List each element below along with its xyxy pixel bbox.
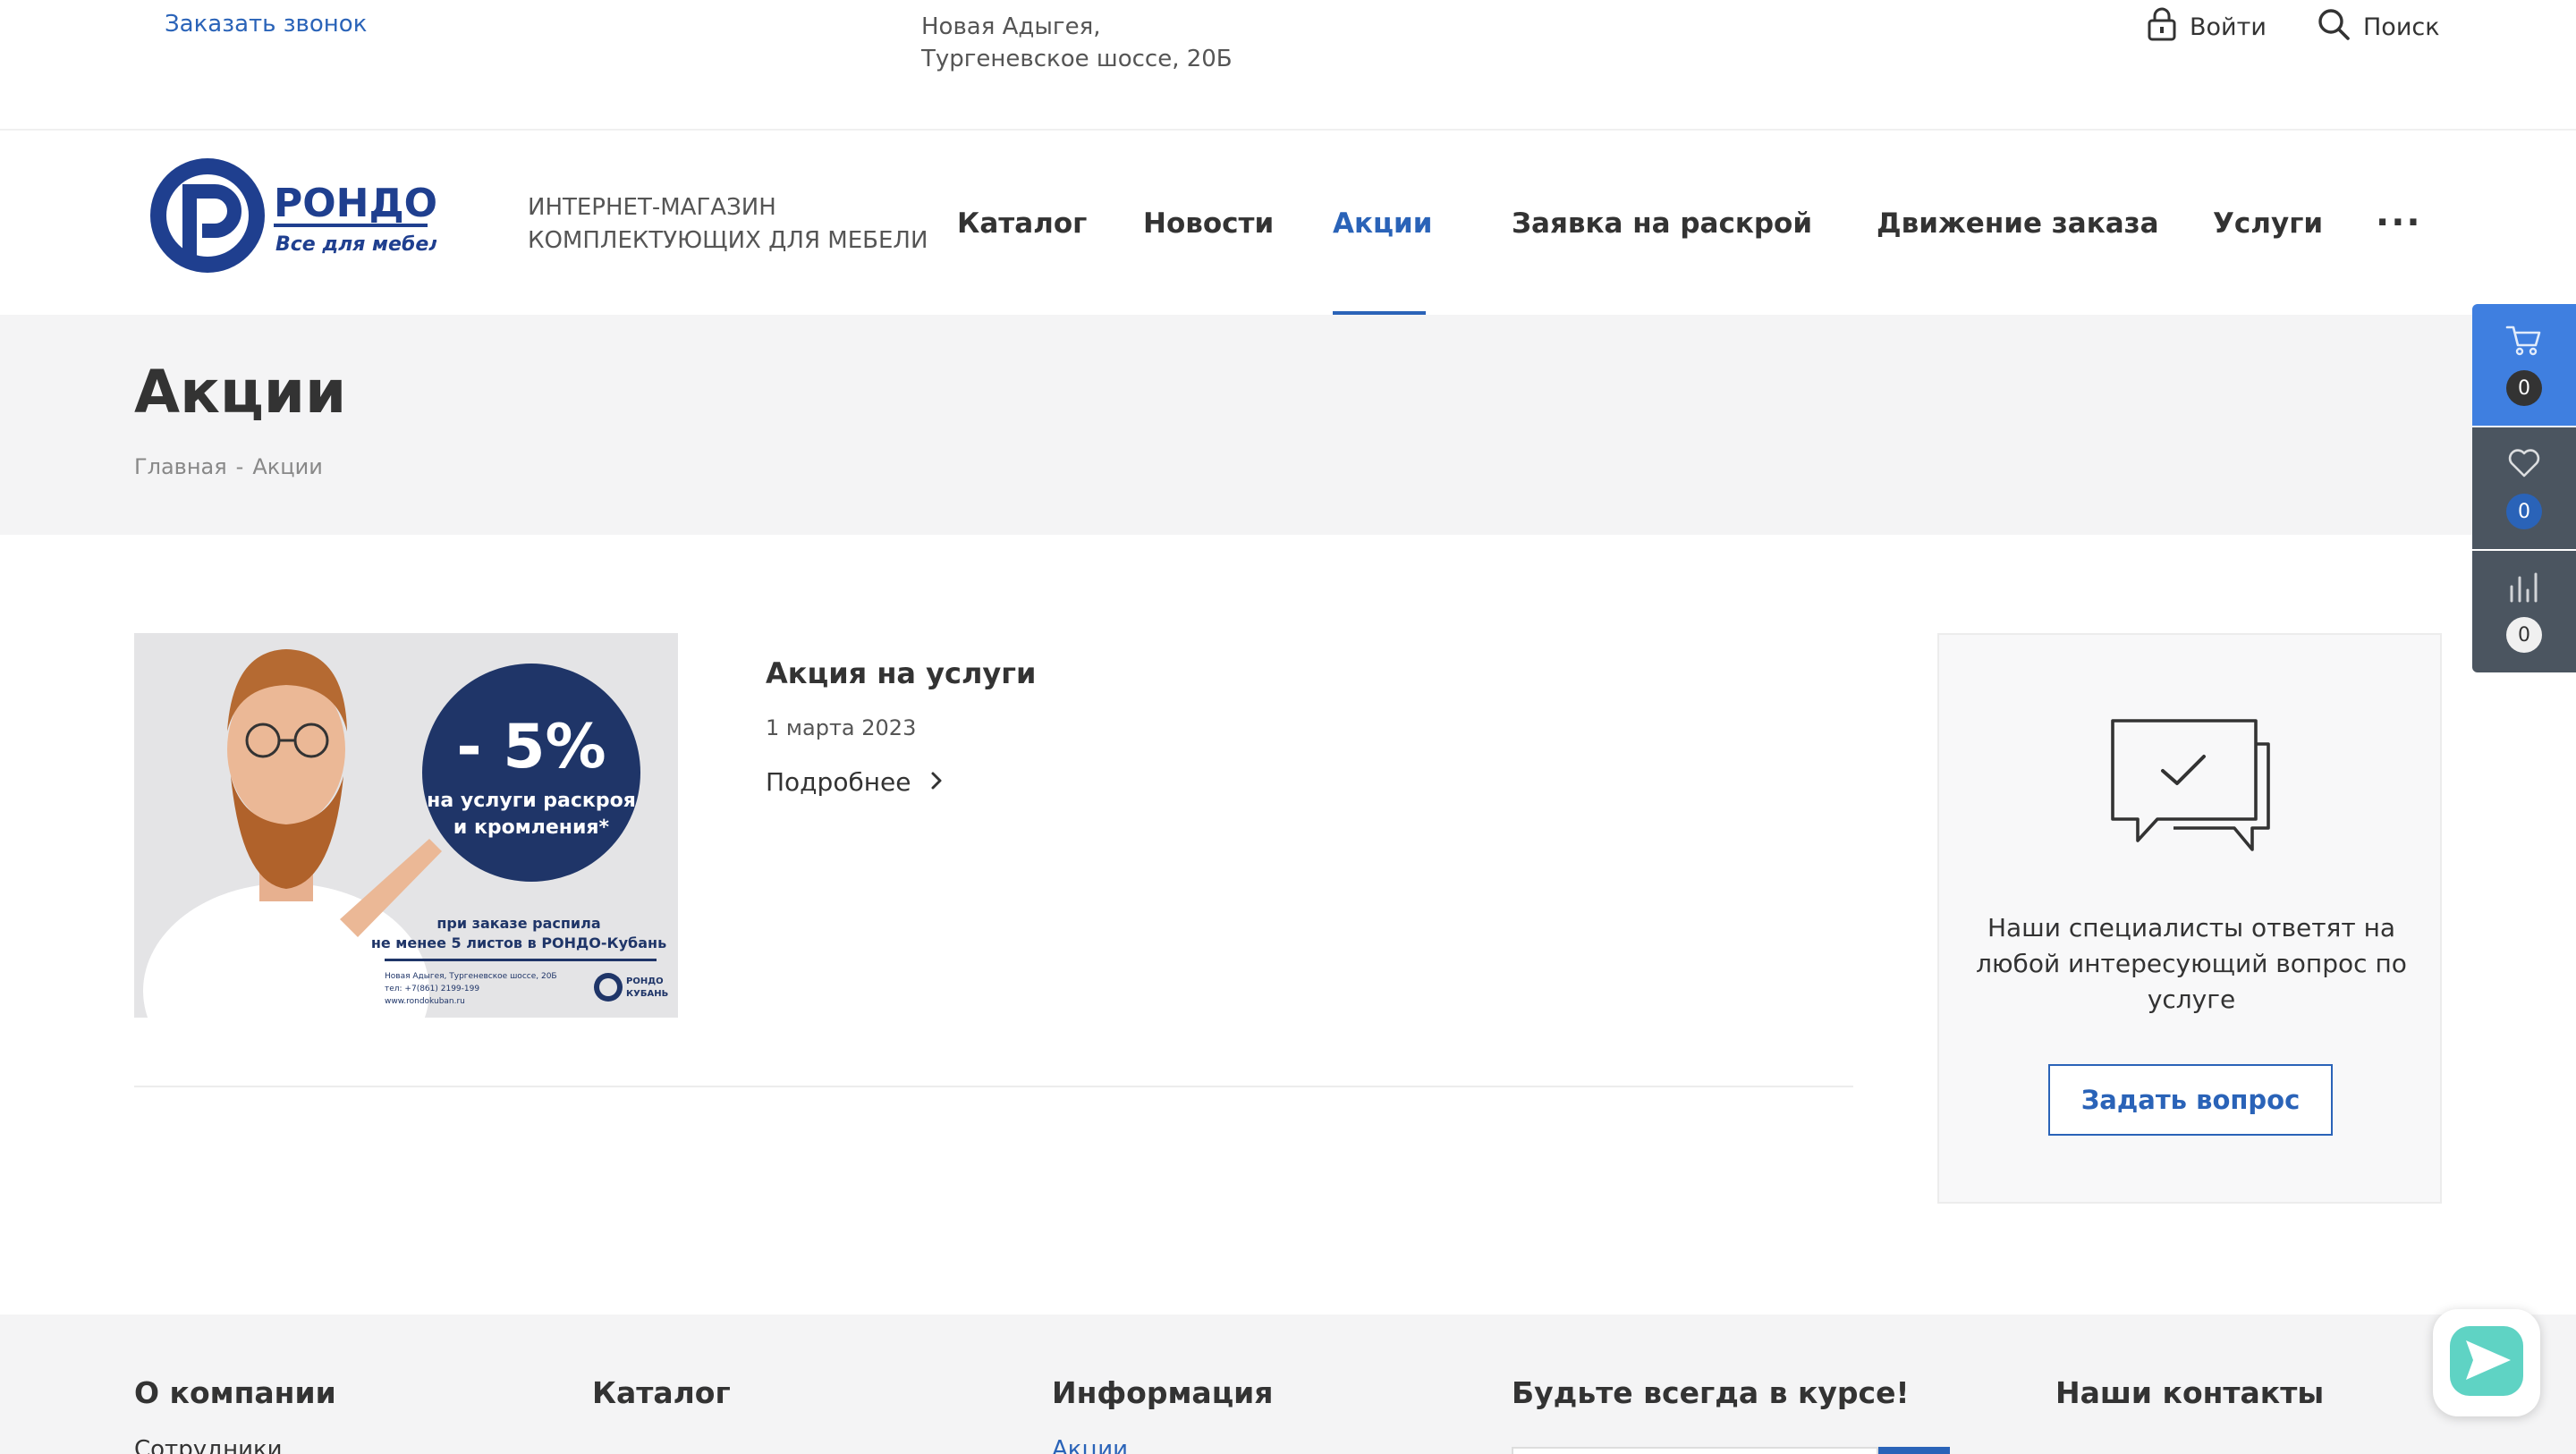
login-label: Войти (2190, 13, 2267, 41)
promo-image-brand-1: РОНДО (626, 976, 664, 986)
promo-image-contact-2: тел: +7(861) 2199-199 (385, 985, 479, 993)
breadcrumb: Главная - Акции (134, 454, 323, 479)
footer-heading-company: О компании (134, 1375, 336, 1410)
footer-heading-subscribe: Будьте всегда в курсе! (1512, 1375, 1910, 1410)
nav-more-button[interactable]: ··· (2376, 202, 2422, 243)
tagline-line-1: ИНТЕРНЕТ-МАГАЗИН (528, 194, 776, 221)
logo-slogan: Все для мебели (275, 233, 436, 256)
nav-item-catalog[interactable]: Каталог (957, 207, 1087, 240)
page-title-band: Акции Главная - Акции (0, 315, 2576, 535)
promo-more-link[interactable]: Подробнее (766, 767, 943, 797)
promo-image-brand-2: КУБАНЬ (626, 989, 668, 999)
cart-icon (2505, 324, 2543, 359)
promo-image[interactable]: - 5% на услуги раскроя и кромления* при … (134, 633, 678, 1018)
favorites-count: 0 (2506, 494, 2542, 529)
chat-widget-button[interactable] (2433, 1309, 2540, 1416)
address-line-1: Новая Адыгея, (921, 13, 1101, 40)
breadcrumb-current: Акции (252, 454, 323, 479)
compare-chart-icon (2507, 571, 2541, 606)
lock-icon (2147, 7, 2177, 47)
promo-image-line-1: на услуги раскроя (427, 790, 636, 812)
promo-date: 1 марта 2023 (766, 715, 917, 740)
page-title: Акции (134, 358, 347, 427)
compare-count: 0 (2506, 617, 2542, 653)
heart-icon (2506, 447, 2542, 483)
promo-image-contact-1: Новая Адыгея, Тургеневское шоссе, 20Б (385, 972, 557, 981)
nav-item-news[interactable]: Новости (1143, 207, 1274, 240)
ask-question-text: Наши специалисты ответят на любой интере… (1976, 913, 2407, 1014)
footer: О компании Каталог Информация Будьте все… (0, 1315, 2576, 1454)
promo-card: - 5% на услуги раскроя и кромления* при … (134, 633, 1853, 1087)
footer-heading-contacts: Наши контакты (2055, 1375, 2325, 1410)
search-icon (2317, 7, 2351, 47)
promo-discount: - 5% (456, 712, 606, 782)
footer-link-staff[interactable]: Сотрудники (134, 1436, 283, 1454)
breadcrumb-home[interactable]: Главная (134, 454, 227, 479)
subscribe-email-input[interactable] (1512, 1447, 1878, 1454)
promo-image-contact-3: www.rondokuban.ru (385, 997, 465, 1006)
cart-button[interactable]: 0 (2472, 304, 2576, 426)
chat-check-icon (2109, 717, 2270, 864)
store-address: Новая Адыгея, Тургеневское шоссе, 20Б (921, 11, 1233, 75)
ask-question-button[interactable]: Задать вопрос (2048, 1064, 2333, 1136)
promo-more-label: Подробнее (766, 767, 911, 797)
main-header: РОНДО Все для мебели ИНТЕРНЕТ-МАГАЗИН КО… (0, 132, 2576, 315)
promo-image-line-2: и кромления* (453, 816, 610, 839)
sticky-side-panel: 0 0 0 (2472, 304, 2576, 672)
address-line-2: Тургеневское шоссе, 20Б (921, 46, 1233, 72)
footer-heading-info: Информация (1052, 1375, 1274, 1410)
search-button[interactable]: Поиск (2317, 7, 2440, 47)
store-tagline: ИНТЕРНЕТ-МАГАЗИН КОМПЛЕКТУЮЩИХ ДЛЯ МЕБЕЛ… (528, 191, 928, 258)
send-arrow-icon (2448, 1324, 2525, 1401)
favorites-button[interactable]: 0 (2472, 427, 2576, 549)
login-button[interactable]: Войти (2147, 7, 2267, 47)
chevron-right-icon (930, 767, 943, 797)
nav-item-promotions[interactable]: Акции (1333, 207, 1432, 240)
breadcrumb-separator: - (235, 454, 244, 479)
logo-name: РОНДО (274, 181, 436, 226)
callback-link[interactable]: Заказать звонок (165, 11, 367, 38)
cart-count: 0 (2506, 370, 2542, 406)
compare-button[interactable]: 0 (2472, 551, 2576, 672)
nav-item-services[interactable]: Услуги (2213, 207, 2323, 240)
rondo-logo[interactable]: РОНДО Все для мебели (150, 156, 457, 275)
footer-heading-catalog: Каталог (592, 1375, 731, 1410)
top-bar: Заказать звонок Новая Адыгея, Тургеневск… (0, 0, 2576, 131)
nav-item-order-tracking[interactable]: Движение заказа (1877, 207, 2159, 240)
search-label: Поиск (2363, 13, 2440, 41)
tagline-line-2: КОМПЛЕКТУЮЩИХ ДЛЯ МЕБЕЛИ (528, 227, 928, 254)
footer-link-promotions[interactable]: Акции (1052, 1436, 1128, 1454)
subscribe-button[interactable] (1878, 1447, 1950, 1454)
promo-title[interactable]: Акция на услуги (766, 656, 1036, 690)
nav-item-cutting-request[interactable]: Заявка на раскрой (1512, 207, 1812, 240)
promo-image-note-1: при заказе распила (436, 915, 600, 932)
promo-image-note-2: не менее 5 листов в РОНДО-Кубань (371, 934, 666, 951)
ask-question-box: Наши специалисты ответят на любой интере… (1937, 633, 2442, 1204)
